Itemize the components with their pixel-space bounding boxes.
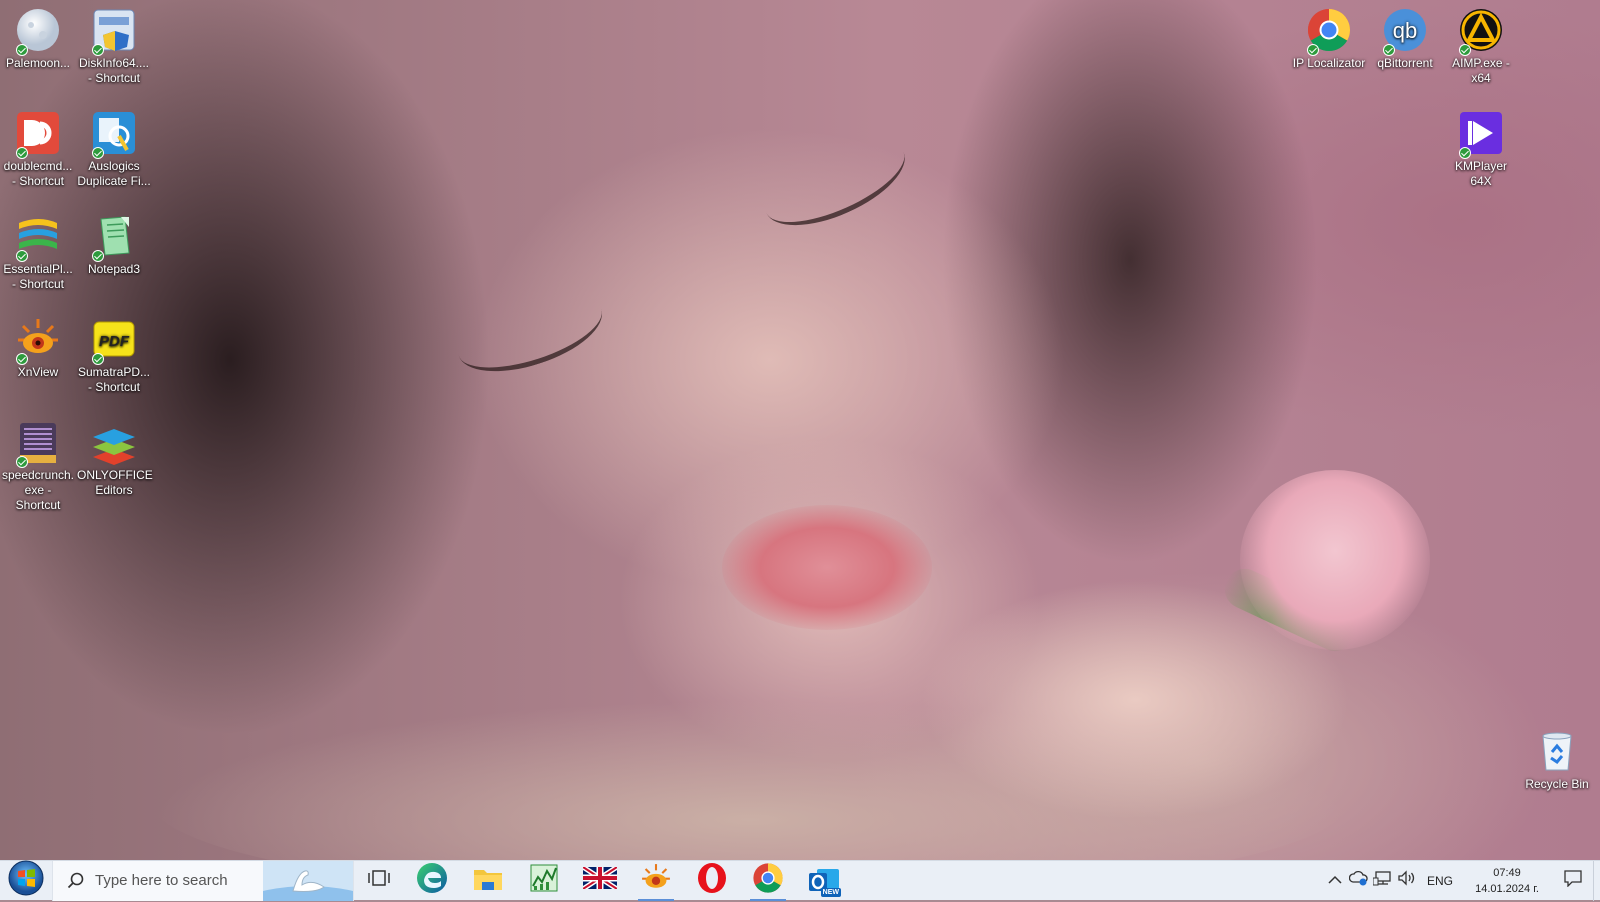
onedrive-sync-icon bbox=[1348, 870, 1369, 891]
desktop-icon-notepad3[interactable]: Notepad3 bbox=[76, 206, 152, 277]
file-explorer-icon bbox=[472, 862, 504, 899]
taskbar-app-outlook[interactable]: NEW bbox=[796, 861, 852, 901]
taskbar-app-language-flag[interactable] bbox=[572, 861, 628, 901]
taskbar-app-task-manager[interactable] bbox=[516, 861, 572, 901]
task-view-button[interactable] bbox=[354, 861, 404, 901]
tray-network[interactable] bbox=[1371, 861, 1395, 901]
xnview-icon bbox=[14, 315, 62, 365]
sumatrapdf-icon: PDF bbox=[90, 315, 138, 365]
outlook-new-icon: NEW bbox=[807, 865, 841, 897]
desktop-icon-qbittorrent[interactable]: qb qBittorrent bbox=[1367, 0, 1443, 71]
wallpaper-rose-stem bbox=[1218, 562, 1362, 658]
recycle-bin-icon bbox=[1533, 727, 1581, 775]
windows-start-icon bbox=[8, 860, 44, 901]
doublecmd-icon bbox=[14, 109, 62, 159]
desktop: Palemoon... DiskInfo64.... - Shortcut do… bbox=[0, 0, 1600, 860]
taskbar-app-opera[interactable] bbox=[684, 861, 740, 901]
svg-text:PDF: PDF bbox=[99, 333, 130, 350]
task-manager-chart-icon bbox=[528, 862, 560, 899]
taskbar-app-edge[interactable] bbox=[404, 861, 460, 901]
kmplayer-icon bbox=[1457, 109, 1505, 159]
taskbar-app-file-explorer[interactable] bbox=[460, 861, 516, 901]
desktop-icon-speedcrunch[interactable]: speedcrunch. exe - Shortcut bbox=[0, 412, 76, 513]
clock-date: 14.01.2024 г. bbox=[1475, 882, 1539, 895]
desktop-icon-recycle-bin[interactable]: Recycle Bin bbox=[1519, 721, 1595, 792]
wallpaper-lips bbox=[722, 505, 932, 630]
diskinfo-icon bbox=[90, 6, 138, 56]
search-icon bbox=[67, 872, 85, 890]
desktop-icon-label: SumatraPD... - Shortcut bbox=[77, 365, 151, 394]
show-hidden-icons-button[interactable] bbox=[1323, 861, 1347, 901]
chevron-up-icon bbox=[1328, 872, 1342, 890]
desktop-icon-ip-localizator[interactable]: IP Localizator bbox=[1291, 0, 1367, 71]
wallpaper-sweater bbox=[150, 700, 1350, 860]
desktop-icon-label: AIMP.exe - x64 bbox=[1452, 56, 1510, 85]
action-center-button[interactable] bbox=[1553, 861, 1593, 901]
opera-icon bbox=[696, 862, 728, 899]
desktop-icon-auslogics[interactable]: Auslogics Duplicate Fi... bbox=[76, 103, 152, 189]
edge-icon bbox=[416, 862, 448, 899]
search-highlight-swan-icon bbox=[263, 860, 353, 901]
desktop-icon-label: doublecmd... - Shortcut bbox=[3, 159, 73, 188]
system-tray: ENG 07:49 14.01.2024 г. bbox=[1323, 860, 1600, 901]
palemoon-icon bbox=[14, 6, 62, 56]
desktop-icon-doublecmd[interactable]: doublecmd... - Shortcut bbox=[0, 103, 76, 189]
clock-time: 07:49 bbox=[1493, 866, 1521, 879]
onlyoffice-icon bbox=[90, 418, 138, 466]
taskbar-app-xnview[interactable] bbox=[628, 861, 684, 901]
speedcrunch-icon bbox=[14, 418, 62, 468]
desktop-icon-label: DiskInfo64.... - Shortcut bbox=[78, 56, 150, 85]
auslogics-icon bbox=[90, 109, 138, 159]
desktop-icon-label: Palemoon... bbox=[5, 56, 71, 70]
outlook-new-badge: NEW bbox=[820, 887, 841, 897]
wallpaper-hand bbox=[920, 580, 1350, 820]
chrome-taskbar-icon bbox=[752, 862, 784, 899]
desktop-icon-xnview[interactable]: XnView bbox=[0, 309, 76, 380]
uk-flag-icon bbox=[581, 864, 619, 894]
notepad3-icon bbox=[90, 212, 138, 262]
essentialpim-icon bbox=[14, 212, 62, 262]
desktop-icon-label: EssentialPl... - Shortcut bbox=[3, 262, 73, 291]
desktop-icon-label: XnView bbox=[17, 365, 59, 379]
desktop-icon-label: qBittorrent bbox=[1377, 56, 1433, 70]
desktop-icon-kmplayer[interactable]: KMPlayer 64X bbox=[1443, 103, 1519, 189]
chrome-icon bbox=[1305, 6, 1353, 56]
wallpaper-eye-left bbox=[448, 278, 612, 387]
desktop-icon-label: ONLYOFFICE Editors bbox=[77, 468, 153, 497]
desktop-icon-label: Recycle Bin bbox=[1525, 777, 1589, 791]
show-desktop-button[interactable] bbox=[1593, 860, 1600, 901]
search-placeholder: Type here to search bbox=[95, 872, 228, 889]
desktop-icon-palemoon[interactable]: Palemoon... bbox=[0, 0, 76, 71]
start-button[interactable] bbox=[0, 860, 52, 901]
tray-volume[interactable] bbox=[1395, 861, 1419, 901]
desktop-icon-label: KMPlayer 64X bbox=[1454, 159, 1507, 188]
desktop-icon-label: IP Localizator bbox=[1292, 56, 1366, 70]
desktop-icon-label: Notepad3 bbox=[87, 262, 141, 276]
qbittorrent-glyph-text: qb bbox=[1393, 18, 1417, 43]
desktop-icon-sumatrapdf[interactable]: PDF SumatraPD... - Shortcut bbox=[76, 309, 152, 395]
desktop-icon-label: Auslogics Duplicate Fi... bbox=[77, 159, 151, 188]
network-icon bbox=[1372, 870, 1393, 891]
desktop-icon-aimp[interactable]: AIMP.exe - x64 bbox=[1443, 0, 1519, 86]
desktop-icon-label: speedcrunch. exe - Shortcut bbox=[1, 468, 75, 512]
qbittorrent-icon: qb bbox=[1381, 6, 1429, 56]
wallpaper-rose bbox=[1240, 470, 1430, 650]
wallpaper-eye-right bbox=[753, 122, 917, 243]
tray-onedrive[interactable] bbox=[1347, 861, 1371, 901]
desktop-icon-diskinfo[interactable]: DiskInfo64.... - Shortcut bbox=[76, 0, 152, 86]
xnview-taskbar-icon bbox=[640, 862, 672, 899]
taskbar: Type here to search NEW ENG 07:49 14.01.… bbox=[0, 860, 1600, 901]
taskbar-clock[interactable]: 07:49 14.01.2024 г. bbox=[1461, 865, 1553, 897]
task-view-icon bbox=[368, 867, 390, 894]
desktop-icon-essentialpim[interactable]: EssentialPl... - Shortcut bbox=[0, 206, 76, 292]
aimp-icon bbox=[1457, 6, 1505, 56]
taskbar-app-chrome[interactable] bbox=[740, 861, 796, 901]
input-language-indicator[interactable]: ENG bbox=[1419, 861, 1461, 901]
taskbar-search-box[interactable]: Type here to search bbox=[52, 860, 354, 901]
volume-icon bbox=[1397, 870, 1417, 891]
action-center-icon bbox=[1563, 869, 1583, 892]
desktop-icon-onlyoffice[interactable]: ONLYOFFICE Editors bbox=[76, 412, 153, 498]
